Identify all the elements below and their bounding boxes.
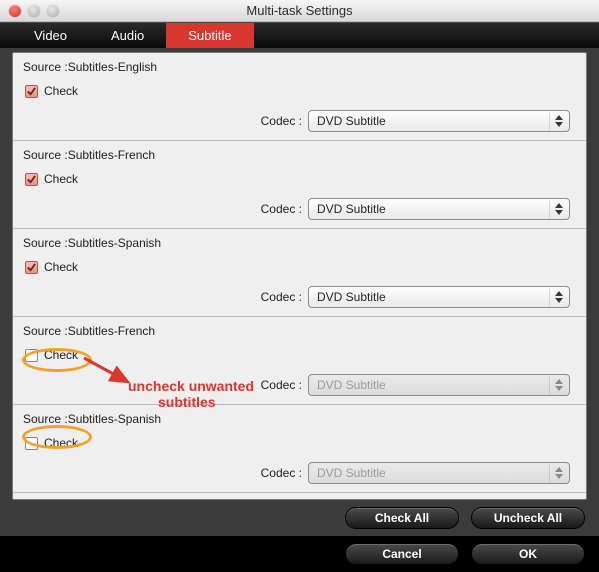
cancel-button[interactable]: Cancel <box>345 543 459 565</box>
codec-select: DVD Subtitle <box>308 462 570 484</box>
codec-value: DVD Subtitle <box>317 378 386 392</box>
window-title: Multi-task Settings <box>0 3 599 18</box>
source-label: Source :Subtitles-French <box>23 148 576 162</box>
ok-button[interactable]: OK <box>471 543 585 565</box>
select-arrows-icon <box>549 200 567 218</box>
subtitle-row: Source :Subtitles-English Check Codec : … <box>13 53 586 141</box>
uncheck-all-button[interactable]: Uncheck All <box>471 507 585 529</box>
codec-select: DVD Subtitle <box>308 374 570 396</box>
select-arrows-icon <box>549 376 567 394</box>
source-label: Source :Subtitles-Spanish <box>23 236 576 250</box>
codec-select[interactable]: DVD Subtitle <box>308 198 570 220</box>
source-label: Source :Subtitles-French <box>23 324 576 338</box>
subtitle-panel: Source :Subtitles-English Check Codec : … <box>12 52 587 500</box>
source-label: Source :Subtitles-Spanish <box>23 412 576 426</box>
codec-value: DVD Subtitle <box>317 290 386 304</box>
codec-label: Codec : <box>261 114 302 128</box>
subtitle-row: Source :Subtitles-Spanish Check Codec : … <box>13 405 586 493</box>
window-controls <box>0 5 59 17</box>
codec-label: Codec : <box>261 290 302 304</box>
check-buttons-bar: Check All Uncheck All <box>0 500 599 536</box>
tab-audio[interactable]: Audio <box>89 23 166 48</box>
dialog-buttons-bar: Cancel OK <box>0 536 599 572</box>
check-label: Check <box>44 436 78 450</box>
select-arrows-icon <box>549 112 567 130</box>
subtitle-row: Source :Subtitles-Spanish Check Codec : … <box>13 229 586 317</box>
codec-select[interactable]: DVD Subtitle <box>308 110 570 132</box>
titlebar: Multi-task Settings <box>0 0 599 22</box>
codec-value: DVD Subtitle <box>317 466 386 480</box>
tab-subtitle[interactable]: Subtitle <box>166 23 253 48</box>
check-all-button[interactable]: Check All <box>345 507 459 529</box>
check-checkbox[interactable] <box>25 85 38 98</box>
codec-value: DVD Subtitle <box>317 202 386 216</box>
close-window-button[interactable] <box>9 5 21 17</box>
select-arrows-icon <box>549 464 567 482</box>
codec-select[interactable]: DVD Subtitle <box>308 286 570 308</box>
select-arrows-icon <box>549 288 567 306</box>
check-checkbox[interactable] <box>25 437 38 450</box>
codec-label: Codec : <box>261 202 302 216</box>
check-label: Check <box>44 260 78 274</box>
check-checkbox[interactable] <box>25 261 38 274</box>
subtitle-row: Source :Subtitles-French Check Codec : D… <box>13 141 586 229</box>
check-label: Check <box>44 348 78 362</box>
codec-label: Codec : <box>261 466 302 480</box>
zoom-window-button[interactable] <box>47 5 59 17</box>
minimize-window-button[interactable] <box>28 5 40 17</box>
subtitle-row: Source :Subtitles-French Check Codec : D… <box>13 317 586 405</box>
check-checkbox[interactable] <box>25 173 38 186</box>
check-label: Check <box>44 172 78 186</box>
source-label: Source :Subtitles-English <box>23 60 576 74</box>
check-label: Check <box>44 84 78 98</box>
codec-value: DVD Subtitle <box>317 114 386 128</box>
check-checkbox[interactable] <box>25 349 38 362</box>
tab-video[interactable]: Video <box>12 23 89 48</box>
codec-label: Codec : <box>261 378 302 392</box>
tab-bar: Video Audio Subtitle <box>0 22 599 48</box>
